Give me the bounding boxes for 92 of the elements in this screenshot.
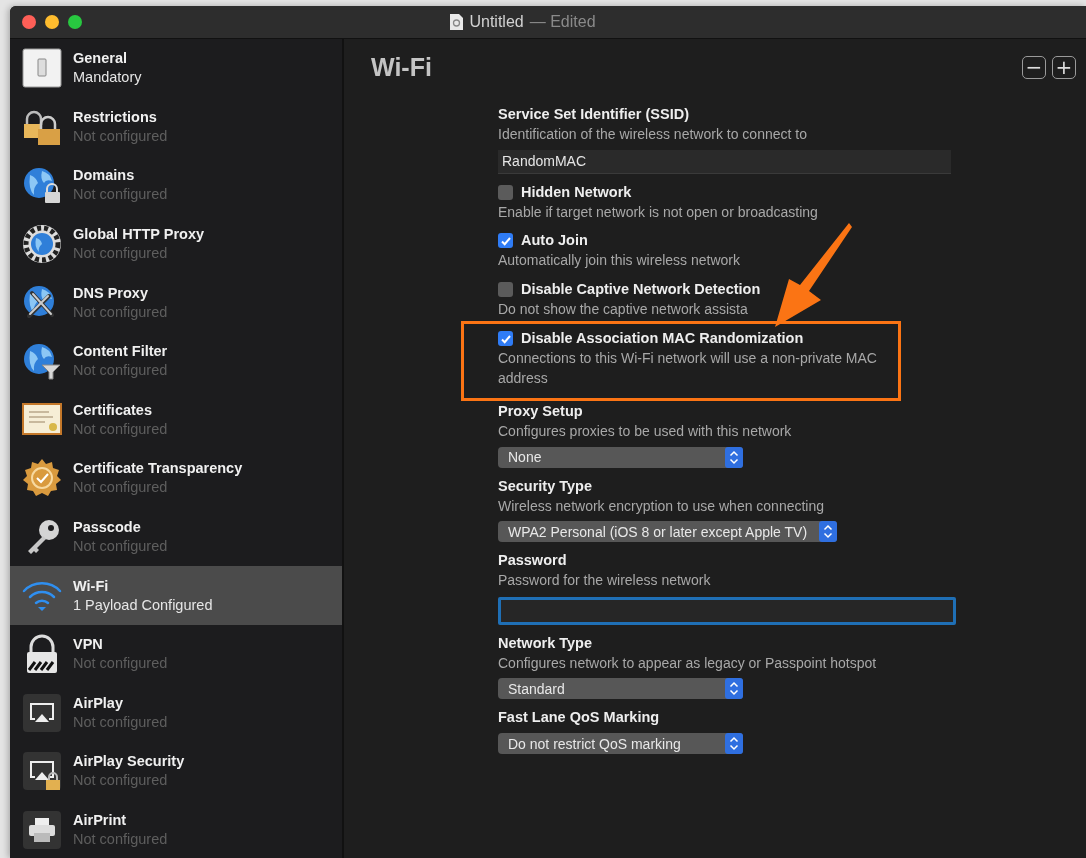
sidebar-item[interactable]: Content Filter Not configured xyxy=(10,331,342,391)
field-description: Automatically join this wireless network xyxy=(498,251,740,270)
field-description: Password for the wireless network xyxy=(498,571,711,590)
stepper-icon xyxy=(819,521,838,542)
checkbox[interactable] xyxy=(498,184,513,200)
sidebar-item[interactable]: Wi-Fi 1 Payload Configured xyxy=(10,566,342,625)
payload-status: Not configured xyxy=(73,771,168,791)
payload-name: Domains xyxy=(73,166,135,186)
field-label: Disable Association MAC Randomization xyxy=(521,329,804,348)
field-label: Security Type xyxy=(498,476,593,496)
field-label: Hidden Network xyxy=(521,182,632,202)
document-icon xyxy=(450,14,464,30)
sidebar-item[interactable]: Certificates Not configured xyxy=(10,390,342,450)
field-label: Proxy Setup xyxy=(498,402,583,421)
payload-status: Not configured xyxy=(73,185,168,205)
payload-status: Not configured xyxy=(73,712,168,732)
add-button[interactable]: + xyxy=(1052,55,1076,79)
payload-status: Not configured xyxy=(73,537,168,557)
popup-button[interactable]: Do not restrict QoS marking xyxy=(498,733,743,754)
field-description: Wireless network encryption to use when connecting xyxy=(498,496,825,516)
password-field[interactable] xyxy=(498,596,956,625)
field-description: Enable if target network is not open or broadcasting xyxy=(498,202,818,222)
payload-name: General xyxy=(73,49,127,69)
seal-badge-icon xyxy=(22,458,62,499)
payload-status: Not configured xyxy=(73,126,168,146)
field-description: Configures network to appear as legacy or Passpoint hotspot xyxy=(498,653,877,673)
sidebar-item[interactable]: Domains Not configured xyxy=(10,156,342,215)
field-label: Service Set Identifier (SSID) xyxy=(498,105,689,124)
popup-button[interactable]: Standard xyxy=(498,678,743,699)
payload-status: Not configured xyxy=(73,302,168,322)
payload-status: 1 Payload Configured xyxy=(73,595,213,615)
payload-title: Wi-Fi xyxy=(371,52,433,82)
sidebar-item[interactable]: General Mandatory xyxy=(10,39,342,98)
payload-status: Not configured xyxy=(73,478,168,498)
field-label: Fast Lane QoS Marking xyxy=(498,708,660,727)
checkbox[interactable] xyxy=(498,331,513,346)
field-description: Do not show the captive network assista xyxy=(498,299,748,319)
payload-name: Certificate Transparency xyxy=(73,459,243,479)
popup-button[interactable]: None xyxy=(498,446,743,468)
payload-name: Restrictions xyxy=(73,107,157,127)
globe-lock-icon xyxy=(22,165,62,206)
payload-status: Not configured xyxy=(73,654,168,674)
globe-funnel-icon xyxy=(22,341,62,382)
stepper-icon xyxy=(725,446,743,468)
airplay-lock-icon xyxy=(22,751,62,792)
airplay-icon xyxy=(22,692,62,733)
payload-status: Not configured xyxy=(73,830,168,849)
payload-name: VPN xyxy=(73,635,103,655)
payload-name: Wi-Fi xyxy=(73,576,109,596)
payload-name: AirPrint xyxy=(73,811,127,830)
stepper-icon xyxy=(725,678,743,699)
zoom-button[interactable] xyxy=(68,15,82,29)
sidebar-item[interactable]: AirPlay Not configured xyxy=(10,683,342,743)
stepper-icon xyxy=(725,733,743,754)
sidebar-item[interactable]: AirPlay Security Not configured xyxy=(10,742,342,801)
field-description: Identification of the wireless network to connect to xyxy=(498,125,807,144)
checkbox[interactable] xyxy=(498,281,513,297)
field-label: Auto Join xyxy=(521,231,588,250)
field-description: Connections to this Wi-Fi network will use a non-private MAC address xyxy=(498,349,878,388)
payload-name: DNS Proxy xyxy=(73,283,148,303)
remove-button[interactable]: − xyxy=(1022,55,1046,79)
payload-name: Certificates xyxy=(73,400,152,420)
payload-name: Content Filter xyxy=(73,342,168,362)
text-field[interactable]: RandomMAC xyxy=(498,149,951,174)
payload-name: AirPlay Security xyxy=(73,752,185,772)
sidebar-item[interactable]: Global HTTP Proxy Not configured xyxy=(10,214,342,274)
payload-status: Not configured xyxy=(73,419,168,439)
switch-icon xyxy=(22,48,62,89)
payload-name: AirPlay xyxy=(73,693,123,713)
sidebar-item[interactable]: Passcode Not configured xyxy=(10,507,342,567)
window-title: Untitled xyxy=(469,13,524,31)
field-label: Password xyxy=(498,551,567,570)
striped-globe-icon xyxy=(22,224,62,265)
payload-name: Global HTTP Proxy xyxy=(73,225,205,245)
sidebar-item[interactable]: Restrictions Not configured xyxy=(10,97,342,157)
close-button[interactable] xyxy=(22,15,36,29)
payload-name: Passcode xyxy=(73,518,141,538)
edited-status: — Edited xyxy=(529,13,596,31)
minimize-button[interactable] xyxy=(45,15,59,29)
sidebar-item[interactable]: Certificate Transparency Not configured xyxy=(10,449,342,508)
checkbox[interactable] xyxy=(498,233,513,248)
popup-button[interactable]: WPA2 Personal (iOS 8 or later except Apple TV) xyxy=(498,521,838,542)
payload-status: Not configured xyxy=(73,361,168,381)
sidebar-item[interactable]: VPN Not configured xyxy=(10,624,342,684)
field-label: Network Type xyxy=(498,633,592,653)
field-label: Disable Captive Network Detection xyxy=(521,279,761,299)
payload-status: Mandatory xyxy=(73,68,142,88)
sidebar-item[interactable]: DNS Proxy Not configured xyxy=(10,273,342,332)
sidebar-item[interactable]: AirPrint Not configured xyxy=(10,800,342,858)
field-description: Configures proxies to be used with this network xyxy=(498,422,792,441)
printer-icon xyxy=(22,810,62,850)
payload-status: Not configured xyxy=(73,244,168,264)
